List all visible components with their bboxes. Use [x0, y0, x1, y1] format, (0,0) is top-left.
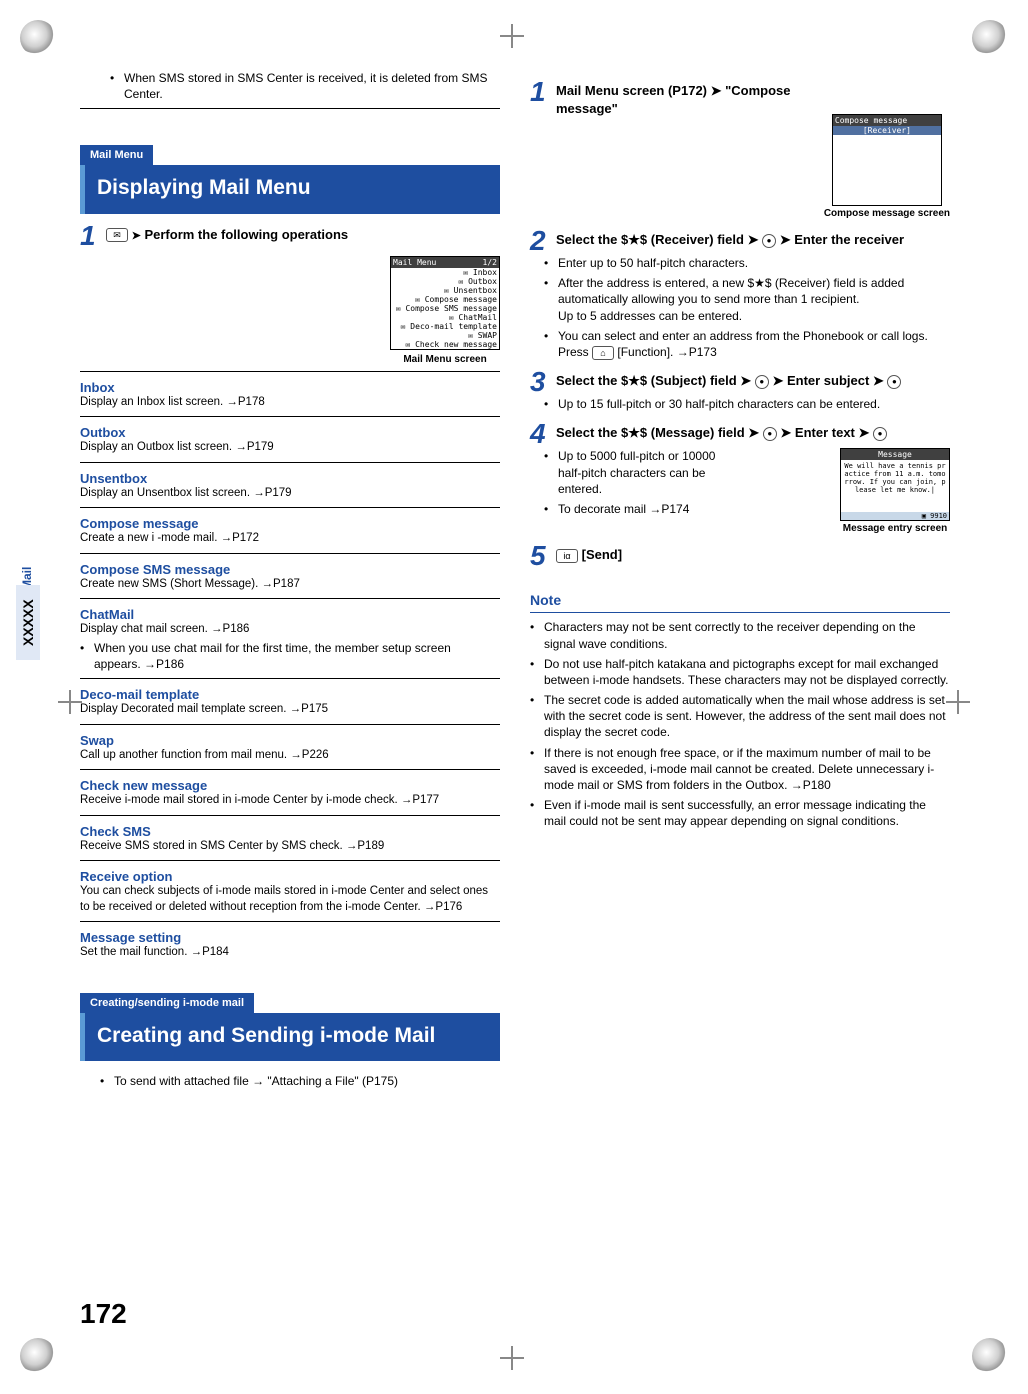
center-key-icon: ● — [763, 427, 777, 441]
menu-item-title: Receive option — [80, 869, 500, 884]
menu-item-title: Inbox — [80, 380, 500, 395]
section-tag-mailmenu: Mail Menu — [80, 145, 153, 165]
menu-item-title: Swap — [80, 733, 500, 748]
cross-mark — [58, 690, 82, 714]
r-step3-head: Select the $★$ (Subject) field ➤ — [556, 373, 751, 388]
menu-item-desc: Display an Unsentbox list screen. →P179 — [80, 486, 500, 502]
screenshot-row: ✉ Compose message — [391, 295, 499, 304]
bullet-icon: • — [544, 501, 558, 517]
r-step4-head: Select the $★$ (Message) field ➤ — [556, 425, 759, 440]
r2-b3: You can select and enter an address from… — [558, 328, 950, 360]
step-number-5: 5 — [530, 542, 556, 570]
menu-item-title: Compose message — [80, 516, 500, 531]
r-step5: [Send] — [582, 547, 622, 562]
mail-menu-caption: Mail Menu screen — [390, 354, 500, 365]
screenshot-row: ✉ ChatMail — [391, 313, 499, 322]
step-number-1: 1 — [530, 78, 556, 106]
menu-item-desc: Display Decorated mail template screen. … — [80, 702, 500, 718]
menu-item-title: Deco-mail template — [80, 687, 500, 702]
menu-item-desc: Call up another function from mail menu.… — [80, 748, 500, 764]
r3-b1: Up to 15 full-pitch or 30 half-pitch cha… — [558, 396, 880, 412]
r2-b1: Enter up to 50 half-pitch characters. — [558, 255, 748, 271]
note-item: •Even if i-mode mail is sent successfull… — [530, 797, 950, 829]
menu-item-desc: Create new SMS (Short Message). →P187 — [80, 577, 500, 593]
section-tag-creating: Creating/sending i-mode mail — [80, 993, 254, 1013]
mail-menu-screenshot: Mail Menu 1/2 ✉ Inbox✉ Outbox✉ Unsentbox… — [390, 256, 500, 350]
screenshot-row: ✉ Compose SMS message — [391, 304, 499, 313]
center-key-icon: ● — [887, 375, 901, 389]
menu-item-title: Check SMS — [80, 824, 500, 839]
bullet-icon: • — [110, 70, 124, 102]
step-number-1: 1 — [80, 222, 106, 250]
section-title-display-mailmenu: Displaying Mail Menu — [80, 165, 500, 213]
note-item: •Do not use half-pitch katakana and pict… — [530, 656, 950, 688]
note-item: •Characters may not be sent correctly to… — [530, 619, 950, 651]
step-number-2: 2 — [530, 227, 556, 255]
compose-caption: Compose message screen — [824, 208, 950, 219]
page-number: 172 — [80, 1298, 127, 1330]
menu-item-title: ChatMail — [80, 607, 500, 622]
screenshot-row: ✉ Check new message — [391, 340, 499, 349]
compose-message-screenshot: Compose message [Receiver] — [832, 114, 942, 206]
center-key-icon: ● — [755, 375, 769, 389]
menu-item-title: Message setting — [80, 930, 500, 945]
r2-b2: After the address is entered, a new $★$ … — [558, 275, 950, 324]
screenshot-row: ✉ SWAP — [391, 331, 499, 340]
step-number-4: 4 — [530, 420, 556, 448]
corner-mark — [20, 20, 56, 56]
menu-item-title: Check new message — [80, 778, 500, 793]
r-step3-tail: ➤ Enter subject ➤ — [772, 373, 883, 388]
note-label: Note — [530, 590, 569, 610]
menu-item-desc: Display an Inbox list screen. →P178 — [80, 395, 500, 411]
message-entry-screenshot: Message We will have a tennis pr actice … — [840, 448, 950, 521]
r-step1-text: Mail Menu screen (P172) ➤ "Compose messa… — [556, 78, 816, 118]
r-step2-tail: ➤ Enter the receiver — [780, 232, 904, 247]
screenshot-row: ✉ Outbox — [391, 277, 499, 286]
bullet-icon: • — [544, 255, 558, 271]
step1-text: Perform the following operations — [144, 227, 348, 242]
menu-item-title: Outbox — [80, 425, 500, 440]
function-key-icon: ⌂ — [592, 346, 614, 360]
menu-item-title: Unsentbox — [80, 471, 500, 486]
mail-key-icon: ✉ — [106, 228, 128, 242]
step-number-3: 3 — [530, 368, 556, 396]
r4-b2: To decorate mail →P174 — [558, 501, 689, 517]
note-item: •If there is not enough free space, or i… — [530, 745, 950, 794]
menu-item-desc: Display chat mail screen. →P186 — [80, 622, 500, 638]
bullet-icon: • — [544, 328, 558, 360]
intro-bullet: When SMS stored in SMS Center is receive… — [124, 70, 500, 102]
menu-item-desc: Set the mail function. →P184 — [80, 945, 500, 961]
screenshot-row: ✉ Inbox — [391, 268, 499, 277]
center-key-icon: ● — [873, 427, 887, 441]
i-key-icon: iα — [556, 549, 578, 563]
r-step4-tail: ➤ Enter text ➤ — [780, 425, 869, 440]
r4-b1: Up to 5000 full-pitch or 10000 half-pitc… — [558, 448, 740, 497]
message-entry-caption: Message entry screen — [840, 523, 950, 534]
section-title-creating: Creating and Sending i-mode Mail — [80, 1013, 500, 1061]
center-key-icon: ● — [762, 234, 776, 248]
menu-item-title: Compose SMS message — [80, 562, 500, 577]
bullet-icon: • — [100, 1073, 114, 1089]
corner-mark — [20, 1338, 56, 1374]
corner-mark — [972, 20, 1008, 56]
menu-item-sub: •When you use chat mail for the first ti… — [80, 640, 500, 672]
menu-item-desc: You can check subjects of i-mode mails s… — [80, 884, 500, 915]
bullet-icon: • — [544, 448, 558, 497]
bullet-icon: • — [544, 396, 558, 412]
corner-mark — [972, 1338, 1008, 1374]
screenshot-row: ✉ Deco-mail template — [391, 322, 499, 331]
menu-item-desc: Receive i-mode mail stored in i-mode Cen… — [80, 793, 500, 809]
screenshot-row: ✉ Unsentbox — [391, 286, 499, 295]
menu-item-desc: Create a new i -mode mail. →P172 — [80, 531, 500, 547]
cross-mark — [500, 24, 524, 48]
menu-item-desc: Receive SMS stored in SMS Center by SMS … — [80, 839, 500, 855]
side-tab-x: XXXXX — [16, 585, 40, 660]
cross-mark — [500, 1346, 524, 1370]
sec2-bullet: To send with attached file → "Attaching … — [114, 1073, 398, 1089]
bullet-icon: • — [544, 275, 558, 324]
note-item: •The secret code is added automatically … — [530, 692, 950, 741]
menu-item-desc: Display an Outbox list screen. →P179 — [80, 440, 500, 456]
r-step2-head: Select the $★$ (Receiver) field ➤ — [556, 232, 758, 247]
